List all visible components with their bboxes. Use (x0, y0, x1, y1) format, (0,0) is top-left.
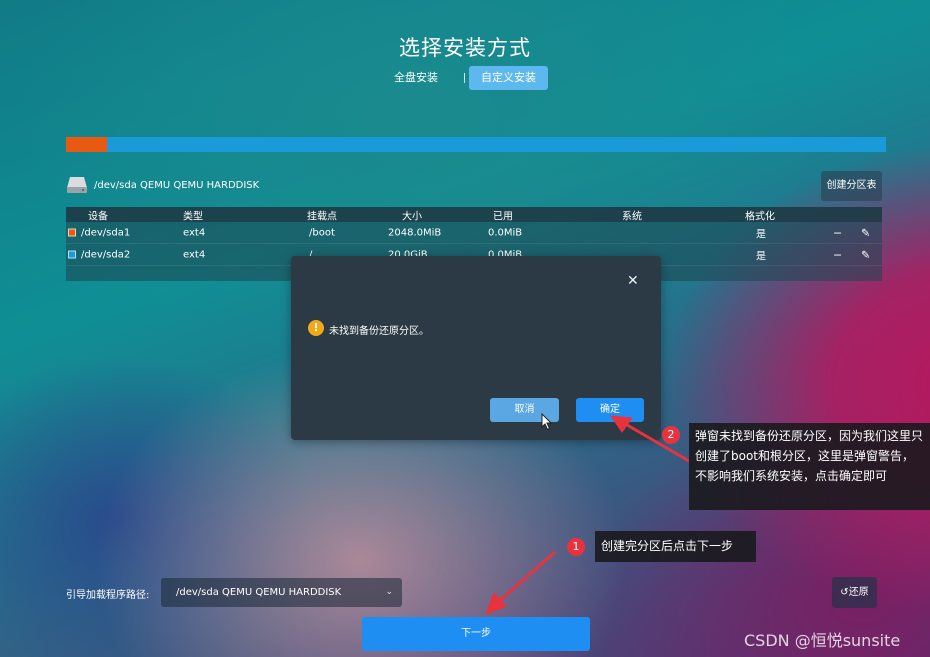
partition-usage-bar (66, 137, 886, 152)
mouse-cursor-icon (541, 413, 552, 431)
tab-divider (464, 73, 465, 83)
bootloader-path-value: /dev/sda QEMU QEMU HARDDISK (176, 587, 342, 598)
used-cell: 0.0MiB (488, 227, 523, 238)
format-cell: 是 (756, 251, 766, 262)
column-header-system: 系统 (622, 211, 642, 223)
partition-segment (107, 137, 886, 152)
undo-icon: ↺ (840, 587, 849, 598)
size-cell: 2048.0MiB (388, 227, 442, 238)
watermark: CSDN @恒悦sunsite (744, 631, 901, 650)
partition-segment (66, 137, 107, 152)
chevron-down-icon: ⌄ (385, 587, 393, 597)
device-cell: /dev/sda1 (68, 227, 130, 238)
annotation-callout: 创建完分区后点击下一步 (595, 531, 756, 562)
device-name: /dev/sda1 (81, 227, 131, 238)
restore-button[interactable]: ↺还原 (832, 577, 877, 608)
disk-header: /dev/sda QEMU QEMU HARDDISK (66, 176, 259, 194)
device-name: /dev/sda2 (81, 249, 131, 260)
step-badge: 2 (662, 426, 680, 444)
column-header-format: 格式化 (745, 211, 775, 223)
column-header-device: 设备 (88, 211, 108, 223)
edit-icon[interactable]: ✎ (861, 226, 870, 239)
restore-label: 还原 (848, 587, 869, 598)
type-cell: ext4 (183, 227, 206, 238)
annotation-callout: 弹窗未找到备份还原分区，因为我们这里只创建了boot和根分区，这里是弹窗警告，不… (689, 423, 930, 510)
confirm-button[interactable]: 确定 (576, 398, 644, 422)
warning-dialog: ✕ ! 未找到备份还原分区。 取消 确定 (291, 256, 661, 440)
type-cell: ext4 (183, 249, 206, 260)
format-cell: 是 (756, 229, 766, 240)
disk-name: /dev/sda QEMU QEMU HARDDISK (94, 179, 260, 191)
bootloader-path-label: 引导加载程序路径: (66, 590, 150, 601)
device-cell: /dev/sda2 (68, 249, 130, 260)
warning-icon: ! (308, 320, 324, 336)
partition-color-swatch (68, 228, 76, 236)
create-partition-table-button[interactable]: 创建分区表 (821, 171, 882, 201)
partition-color-swatch (68, 250, 76, 258)
install-mode-tabs: 全盘安装 自定义安装 (0, 66, 930, 90)
dialog-message: 未找到备份还原分区。 (329, 326, 429, 337)
annotation-arrow (485, 415, 690, 615)
step-badge: 1 (567, 538, 585, 556)
tab-full-disk-install[interactable]: 全盘安装 (382, 66, 450, 90)
edit-icon[interactable]: ✎ (861, 248, 870, 261)
page-title: 选择安装方式 (399, 36, 531, 60)
close-icon[interactable]: ✕ (627, 274, 639, 288)
minus-icon[interactable]: − (833, 248, 842, 261)
hard-disk-icon (67, 177, 87, 193)
column-header-mount: 挂载点 (307, 211, 337, 223)
bootloader-path-select[interactable]: /dev/sda QEMU QEMU HARDDISK ⌄ (161, 578, 402, 607)
column-header-type: 类型 (183, 211, 203, 223)
column-header-size: 大小 (402, 211, 422, 223)
column-header-used: 已用 (493, 211, 513, 223)
table-header: 设备 类型 挂载点 大小 已用 系统 格式化 (66, 207, 882, 223)
mount-cell: /boot (309, 227, 335, 238)
tab-custom-install[interactable]: 自定义安装 (469, 66, 548, 90)
minus-icon[interactable]: − (833, 226, 842, 239)
next-button[interactable]: 下一步 (362, 617, 590, 651)
table-row[interactable]: /dev/sda1 ext4 /boot 2048.0MiB 0.0MiB 是 … (66, 222, 882, 244)
